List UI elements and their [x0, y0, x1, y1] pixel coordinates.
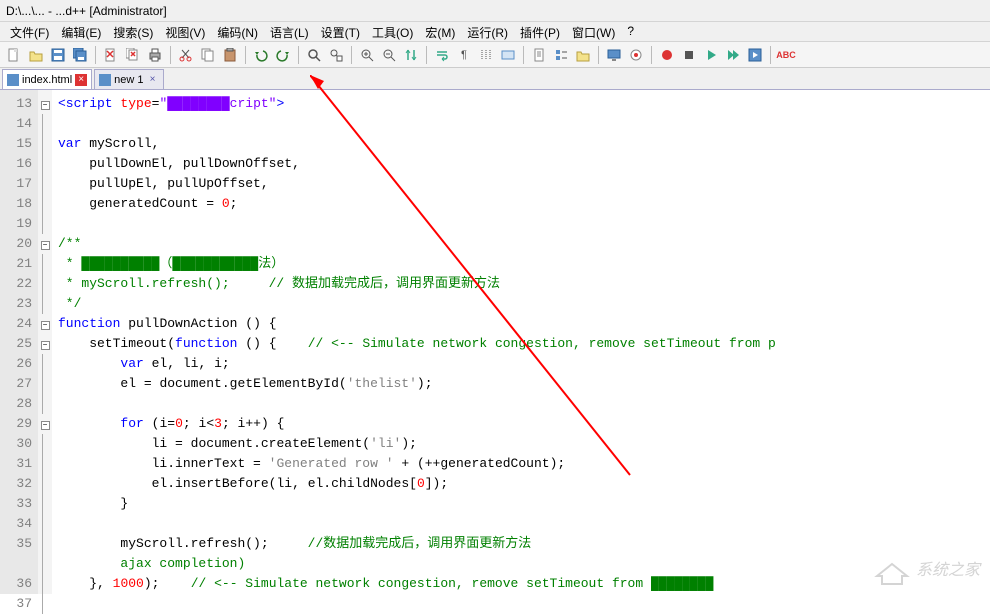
- toolbar-separator: [770, 46, 771, 64]
- menu-item[interactable]: 插件(P): [514, 22, 566, 41]
- close-all-button[interactable]: [123, 45, 143, 65]
- toolbar-separator: [426, 46, 427, 64]
- zoom-in-button[interactable]: [357, 45, 377, 65]
- fold-gutter[interactable]: − − − − −: [38, 90, 52, 594]
- menu-item[interactable]: 宏(M): [419, 22, 461, 41]
- fold-toggle[interactable]: −: [41, 101, 50, 110]
- menu-bar: 文件(F)编辑(E)搜索(S)视图(V)编码(N)语言(L)设置(T)工具(O)…: [0, 22, 990, 42]
- doc-map-button[interactable]: [529, 45, 549, 65]
- toolbar-separator: [523, 46, 524, 64]
- toolbar: ¶ ABC: [0, 42, 990, 68]
- window-title: D:\...\... - ...d++ [Administrator]: [6, 4, 167, 18]
- fold-toggle[interactable]: −: [41, 421, 50, 430]
- toolbar-separator: [598, 46, 599, 64]
- menu-item[interactable]: 运行(R): [461, 22, 514, 41]
- sync-vert-button[interactable]: [401, 45, 421, 65]
- word-wrap-button[interactable]: [432, 45, 452, 65]
- stop-macro-button[interactable]: [679, 45, 699, 65]
- close-tab-icon[interactable]: ×: [75, 74, 87, 86]
- menu-item[interactable]: 视图(V): [159, 22, 211, 41]
- save-all-button[interactable]: [70, 45, 90, 65]
- spell-check-button[interactable]: ABC: [776, 45, 796, 65]
- save-button[interactable]: [48, 45, 68, 65]
- code-editor[interactable]: 1314151617181920212223242526272829303132…: [0, 90, 990, 594]
- fold-toggle[interactable]: −: [41, 341, 50, 350]
- fold-toggle[interactable]: −: [41, 241, 50, 250]
- title-bar: D:\...\... - ...d++ [Administrator]: [0, 0, 990, 22]
- menu-item[interactable]: 工具(O): [366, 22, 419, 41]
- copy-button[interactable]: [198, 45, 218, 65]
- zoom-out-button[interactable]: [379, 45, 399, 65]
- menu-item[interactable]: 文件(F): [4, 22, 55, 41]
- close-button[interactable]: [101, 45, 121, 65]
- toolbar-separator: [298, 46, 299, 64]
- func-list-button[interactable]: [551, 45, 571, 65]
- lang-button[interactable]: [498, 45, 518, 65]
- toolbar-separator: [95, 46, 96, 64]
- menu-item[interactable]: 编码(N): [211, 22, 264, 41]
- menu-item[interactable]: 搜索(S): [107, 22, 159, 41]
- file-icon: [7, 74, 19, 86]
- redo-button[interactable]: [273, 45, 293, 65]
- monitor-button[interactable]: [604, 45, 624, 65]
- print-button[interactable]: [145, 45, 165, 65]
- tab-label: index.html: [22, 74, 72, 86]
- paste-button[interactable]: [220, 45, 240, 65]
- open-file-button[interactable]: [26, 45, 46, 65]
- play-multi-button[interactable]: [723, 45, 743, 65]
- play-macro-button[interactable]: [701, 45, 721, 65]
- menu-item[interactable]: 设置(T): [315, 22, 366, 41]
- tab-bar: index.html×new 1×: [0, 68, 990, 90]
- record-macro-button[interactable]: [657, 45, 677, 65]
- line-number-gutter: 1314151617181920212223242526272829303132…: [0, 90, 38, 594]
- undo-button[interactable]: [251, 45, 271, 65]
- toolbar-separator: [170, 46, 171, 64]
- menu-item[interactable]: 编辑(E): [55, 22, 107, 41]
- indent-guide-button[interactable]: [476, 45, 496, 65]
- menu-item[interactable]: 窗口(W): [566, 22, 621, 41]
- toolbar-separator: [351, 46, 352, 64]
- code-content[interactable]: <script type="████████cript">var myScrol…: [52, 90, 990, 594]
- cut-button[interactable]: [176, 45, 196, 65]
- replace-button[interactable]: [326, 45, 346, 65]
- fold-toggle[interactable]: −: [41, 321, 50, 330]
- file-tab[interactable]: new 1 ×: [94, 69, 163, 89]
- menu-item[interactable]: 语言(L): [264, 22, 315, 41]
- new-file-button[interactable]: [4, 45, 24, 65]
- save-macro-button[interactable]: [745, 45, 765, 65]
- file-tab[interactable]: index.html×: [2, 69, 92, 89]
- tab-label: new 1: [114, 74, 143, 86]
- close-tab-icon[interactable]: ×: [147, 74, 159, 86]
- show-all-chars-button[interactable]: ¶: [454, 45, 474, 65]
- file-icon: [99, 74, 111, 86]
- show-symbol-button[interactable]: [626, 45, 646, 65]
- toolbar-separator: [245, 46, 246, 64]
- find-button[interactable]: [304, 45, 324, 65]
- toolbar-separator: [651, 46, 652, 64]
- folder-button[interactable]: [573, 45, 593, 65]
- menu-item[interactable]: ?: [621, 22, 640, 41]
